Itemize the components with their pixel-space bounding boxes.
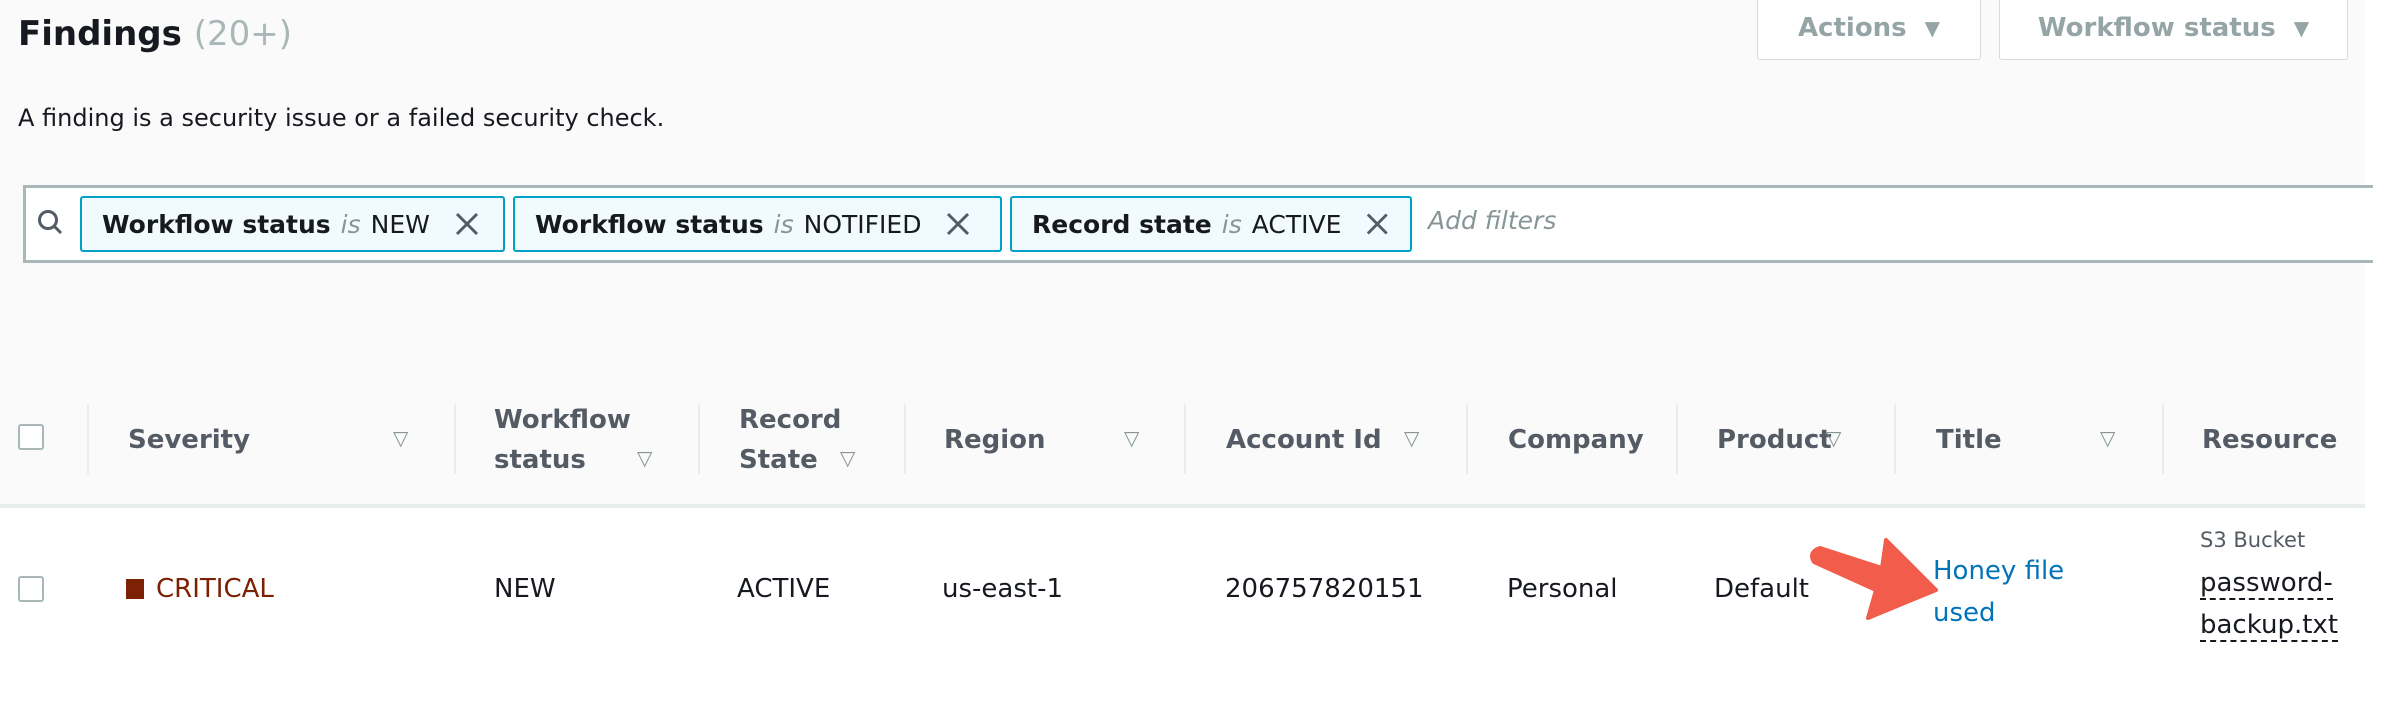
column-product[interactable]: Product xyxy=(1717,420,1832,460)
caret-down-icon: ▼ xyxy=(2293,16,2310,40)
header-line: Record xyxy=(739,405,842,435)
token-key: Workflow status xyxy=(535,209,764,239)
column-workflow-status[interactable]: Workflow status xyxy=(494,400,631,480)
column-region[interactable]: Region xyxy=(944,420,1046,460)
severity-square-icon xyxy=(126,579,144,599)
workflow-status-cell: NEW xyxy=(494,574,556,604)
column-divider xyxy=(454,404,456,474)
column-divider xyxy=(698,404,700,474)
token-op: is xyxy=(1221,209,1242,239)
filter-token[interactable]: Workflow status is NEW xyxy=(80,196,505,252)
column-account-id[interactable]: Account Id xyxy=(1226,420,1382,460)
column-divider xyxy=(1894,404,1896,474)
close-icon[interactable] xyxy=(454,211,480,237)
column-record-state[interactable]: Record State xyxy=(739,400,841,480)
token-op: is xyxy=(340,209,361,239)
column-resource[interactable]: Resource xyxy=(2202,420,2337,460)
header-line: State xyxy=(739,445,818,475)
findings-count: (20+) xyxy=(193,14,292,54)
column-divider xyxy=(904,404,906,474)
column-divider xyxy=(1184,404,1186,474)
resource-link[interactable]: password-backup.txt xyxy=(2200,562,2339,646)
actions-label: Actions xyxy=(1797,13,1907,43)
page-description: A finding is a security issue or a faile… xyxy=(18,104,665,132)
column-divider xyxy=(2162,404,2164,474)
sort-caret-icon[interactable]: ▽ xyxy=(637,446,652,470)
token-value: ACTIVE xyxy=(1251,209,1342,239)
finding-title-link[interactable]: Honey file used xyxy=(1933,550,2064,634)
token-key: Record state xyxy=(1032,209,1212,239)
workflow-status-button[interactable]: Workflow status ▼ xyxy=(1999,0,2348,60)
sort-caret-icon[interactable]: ▽ xyxy=(1404,426,1419,450)
region-cell: us-east-1 xyxy=(942,574,1063,604)
account-id-cell: 206757820151 xyxy=(1225,574,1424,604)
workflow-status-label: Workflow status xyxy=(2037,13,2276,43)
token-op: is xyxy=(773,209,794,239)
caret-down-icon: ▼ xyxy=(1924,16,1941,40)
actions-button[interactable]: Actions ▼ xyxy=(1757,0,1981,60)
resource-line: password- xyxy=(2200,568,2333,600)
filter-token[interactable]: Record state is ACTIVE xyxy=(1010,196,1412,252)
resource-cell: S3 Bucket password-backup.txt xyxy=(2200,528,2339,646)
header-line: Workflow xyxy=(494,405,631,435)
column-divider xyxy=(1466,404,1468,474)
sort-caret-icon[interactable]: ▽ xyxy=(2100,426,2115,450)
column-title[interactable]: Title xyxy=(1936,420,2002,460)
sort-caret-icon[interactable]: ▽ xyxy=(1826,426,1841,450)
sort-caret-icon[interactable]: ▽ xyxy=(393,426,408,450)
filter-token[interactable]: Workflow status is NOTIFIED xyxy=(513,196,1002,252)
company-cell: Personal xyxy=(1507,574,1618,604)
sort-caret-icon[interactable]: ▽ xyxy=(840,446,855,470)
annotation-arrow-icon xyxy=(1810,538,1938,620)
token-key: Workflow status xyxy=(102,209,331,239)
title-text: Findings xyxy=(18,14,182,54)
column-divider xyxy=(1676,404,1678,474)
product-cell: Default xyxy=(1714,574,1809,604)
sort-caret-icon[interactable]: ▽ xyxy=(1124,426,1139,450)
column-company[interactable]: Company xyxy=(1508,420,1644,460)
close-icon[interactable] xyxy=(945,211,971,237)
add-filters-input[interactable]: Add filters xyxy=(1428,206,1556,235)
resource-type: S3 Bucket xyxy=(2200,528,2306,552)
token-value: NEW xyxy=(370,209,430,239)
column-divider xyxy=(87,404,89,474)
title-cell: Honey file used xyxy=(1933,550,2064,634)
record-state-cell: ACTIVE xyxy=(737,574,831,604)
token-value: NOTIFIED xyxy=(803,209,922,239)
header-line: status xyxy=(494,445,586,475)
row-checkbox[interactable] xyxy=(18,576,44,602)
resource-line: backup.txt xyxy=(2200,610,2339,642)
close-icon[interactable] xyxy=(1365,211,1390,237)
search-icon xyxy=(38,210,63,235)
severity-label: CRITICAL xyxy=(156,574,274,604)
severity-cell: CRITICAL xyxy=(126,574,274,604)
link-line: Honey file xyxy=(1933,556,2065,586)
page-title: Findings (20+) xyxy=(18,14,292,54)
select-all-checkbox[interactable] xyxy=(18,424,44,450)
torn-edge xyxy=(2365,0,2402,704)
table-header xyxy=(0,370,2365,508)
link-line: used xyxy=(1933,598,1996,628)
column-severity[interactable]: Severity xyxy=(128,420,250,460)
